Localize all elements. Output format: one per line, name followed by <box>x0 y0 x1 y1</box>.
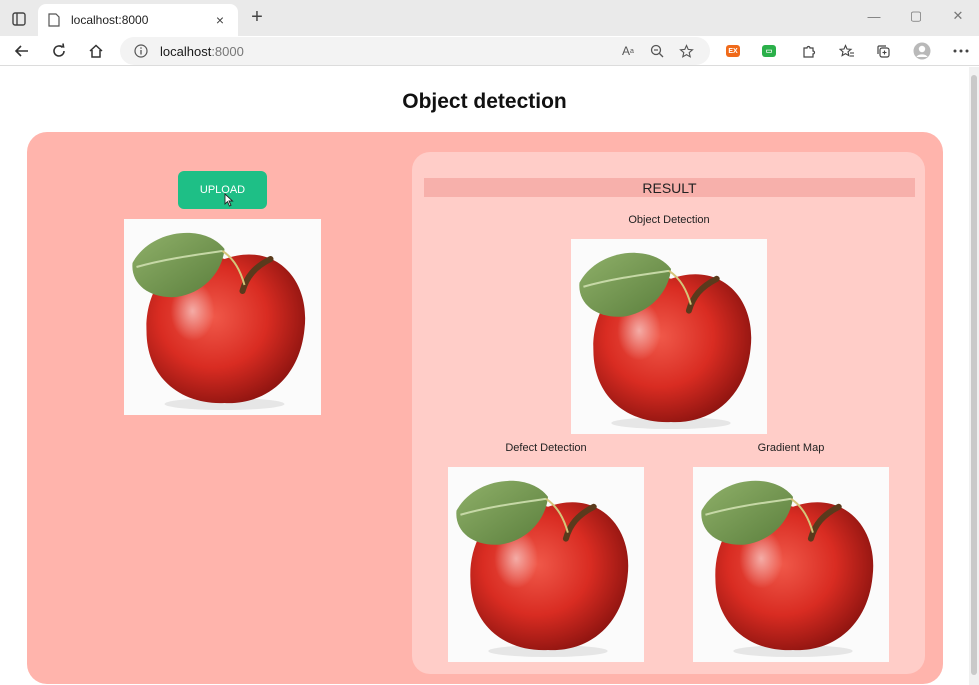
address-bar[interactable]: localhost:8000 Aa <box>120 37 710 65</box>
info-icon[interactable] <box>134 44 148 58</box>
minimize-button[interactable]: — <box>853 0 895 32</box>
gradient-map-image <box>693 467 889 662</box>
mouse-cursor-icon <box>224 193 234 207</box>
window-controls: — ▢ ✕ <box>853 0 979 32</box>
url-host: localhost <box>160 43 212 59</box>
extension-green-icon[interactable]: ▭ <box>758 40 780 62</box>
defect-detection-image <box>448 467 644 662</box>
defect-detection-caption: Defect Detection <box>505 442 587 454</box>
url-text[interactable]: localhost:8000 <box>160 44 244 59</box>
page-title: Object detection <box>402 90 567 113</box>
new-tab-button[interactable]: + <box>246 6 268 28</box>
read-aloud-icon[interactable]: Aa <box>618 41 638 61</box>
favorites-icon[interactable] <box>836 40 858 62</box>
tab-title: localhost:8000 <box>71 13 149 27</box>
home-icon[interactable] <box>84 39 108 63</box>
favorite-add-icon[interactable] <box>676 41 696 61</box>
object-detection-caption: Object Detection <box>628 214 710 226</box>
more-icon[interactable] <box>950 40 972 62</box>
profile-icon[interactable] <box>911 40 933 62</box>
refresh-icon[interactable] <box>47 39 71 63</box>
collections-icon[interactable] <box>872 40 894 62</box>
object-detection-image <box>571 239 767 434</box>
extension-orange-icon[interactable]: EX <box>722 40 744 62</box>
back-icon[interactable] <box>10 39 34 63</box>
zoom-icon[interactable] <box>647 41 667 61</box>
maximize-button[interactable]: ▢ <box>895 0 937 32</box>
scrollbar[interactable] <box>969 67 979 685</box>
page-icon <box>48 13 62 27</box>
url-port: :8000 <box>211 43 244 59</box>
tab-actions-icon[interactable] <box>8 8 30 30</box>
extensions-icon[interactable] <box>797 40 819 62</box>
close-window-button[interactable]: ✕ <box>937 0 979 32</box>
tab-close-icon[interactable]: × <box>212 12 228 28</box>
uploaded-image <box>124 219 321 415</box>
browser-tab[interactable]: localhost:8000 × <box>38 4 238 36</box>
upload-button[interactable]: UPLOAD <box>178 171 267 209</box>
gradient-map-caption: Gradient Map <box>757 442 825 454</box>
scrollbar-thumb[interactable] <box>971 75 977 675</box>
result-header: RESULT <box>424 178 915 197</box>
tab-strip: localhost:8000 × + — ▢ ✕ <box>0 0 979 36</box>
browser-toolbar: localhost:8000 Aa EX ▭ <box>0 36 979 66</box>
